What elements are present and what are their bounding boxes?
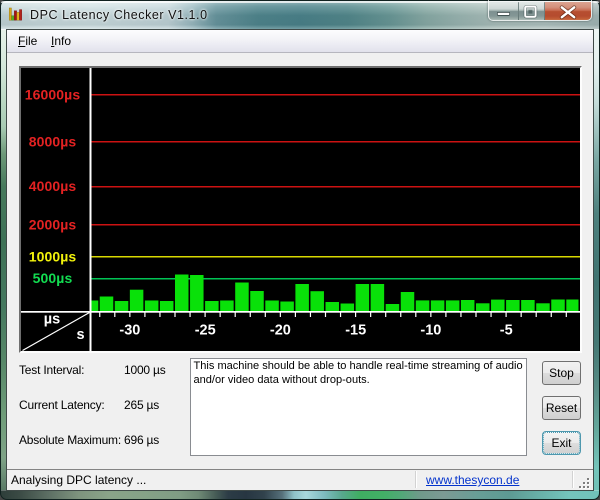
svg-text:s: s [76, 327, 84, 343]
svg-text:-25: -25 [195, 323, 216, 339]
svg-text:µs: µs [44, 312, 60, 328]
svg-text:8000µs: 8000µs [29, 134, 77, 150]
svg-text:16000µs: 16000µs [25, 87, 81, 103]
svg-text:1000µs: 1000µs [29, 249, 77, 265]
svg-text:-20: -20 [270, 323, 291, 339]
svg-text:500µs: 500µs [33, 270, 73, 286]
svg-text:4000µs: 4000µs [29, 178, 77, 194]
svg-text:-30: -30 [119, 323, 140, 339]
svg-text:-15: -15 [345, 323, 366, 339]
svg-text:-5: -5 [500, 323, 513, 339]
svg-text:2000µs: 2000µs [29, 217, 77, 233]
svg-text:-10: -10 [420, 323, 441, 339]
